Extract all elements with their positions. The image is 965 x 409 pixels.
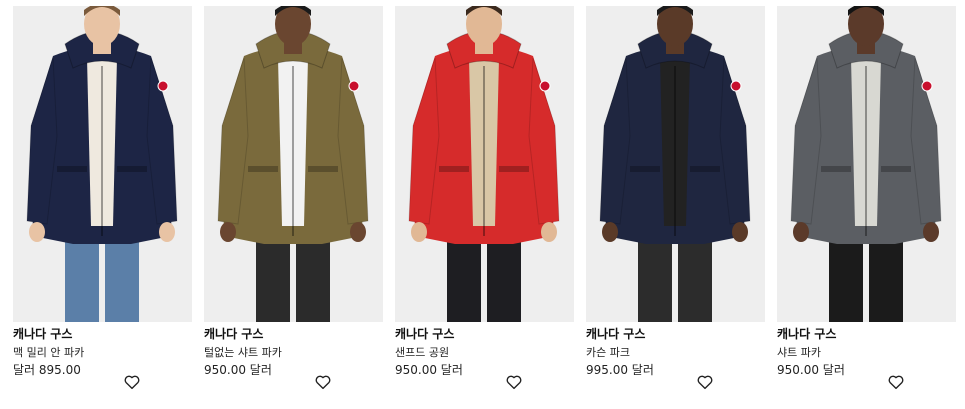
product-name[interactable]: 털없는 샤트 파카 [204, 344, 282, 360]
product-name[interactable]: 맥 밀리 안 파카 [13, 344, 84, 360]
heart-outline-icon [888, 375, 904, 390]
product-illustration [13, 6, 192, 322]
product-brand[interactable]: 캐나다 구스 [395, 325, 454, 342]
product-card[interactable]: 캐나다 구스 카슨 파크 995.00 달러 [586, 6, 765, 401]
product-photo-khaki-parka[interactable] [204, 6, 383, 322]
favorite-heart-icon[interactable] [887, 373, 905, 391]
product-price: 950.00 달러 [777, 363, 845, 377]
product-price: 달러 895.00 [13, 363, 81, 377]
product-price: 950.00 달러 [395, 363, 463, 377]
heart-outline-icon [697, 375, 713, 390]
product-photo-red-parka[interactable] [395, 6, 574, 322]
product-brand[interactable]: 캐나다 구스 [586, 325, 645, 342]
product-price: 995.00 달러 [586, 363, 654, 377]
product-photo-navy-fur-parka[interactable] [586, 6, 765, 322]
product-card[interactable]: 캐나다 구스 샌프드 공원 950.00 달러 [395, 6, 574, 401]
product-illustration [204, 6, 383, 322]
heart-outline-icon [506, 375, 522, 390]
product-illustration [395, 6, 574, 322]
product-illustration [586, 6, 765, 322]
product-card[interactable]: 캐나다 구스 맥 밀리 안 파카 달러 895.00 [13, 6, 192, 401]
product-illustration [777, 6, 956, 322]
favorite-heart-icon[interactable] [123, 373, 141, 391]
product-name[interactable]: 카슨 파크 [586, 344, 630, 360]
product-photo-navy-parka[interactable] [13, 6, 192, 322]
product-name[interactable]: 샤트 파카 [777, 344, 821, 360]
product-grid: 캐나다 구스 맥 밀리 안 파카 달러 895.00 캐나다 구스 털없는 샤트… [0, 0, 965, 409]
product-price: 950.00 달러 [204, 363, 272, 377]
product-brand[interactable]: 캐나다 구스 [13, 325, 72, 342]
product-name[interactable]: 샌프드 공원 [395, 344, 449, 360]
heart-outline-icon [124, 375, 140, 390]
product-card[interactable]: 캐나다 구스 샤트 파카 950.00 달러 [777, 6, 956, 401]
heart-outline-icon [315, 375, 331, 390]
favorite-heart-icon[interactable] [505, 373, 523, 391]
product-photo-grey-parka[interactable] [777, 6, 956, 322]
product-brand[interactable]: 캐나다 구스 [204, 325, 263, 342]
favorite-heart-icon[interactable] [696, 373, 714, 391]
favorite-heart-icon[interactable] [314, 373, 332, 391]
product-brand[interactable]: 캐나다 구스 [777, 325, 836, 342]
product-card[interactable]: 캐나다 구스 털없는 샤트 파카 950.00 달러 [204, 6, 383, 401]
